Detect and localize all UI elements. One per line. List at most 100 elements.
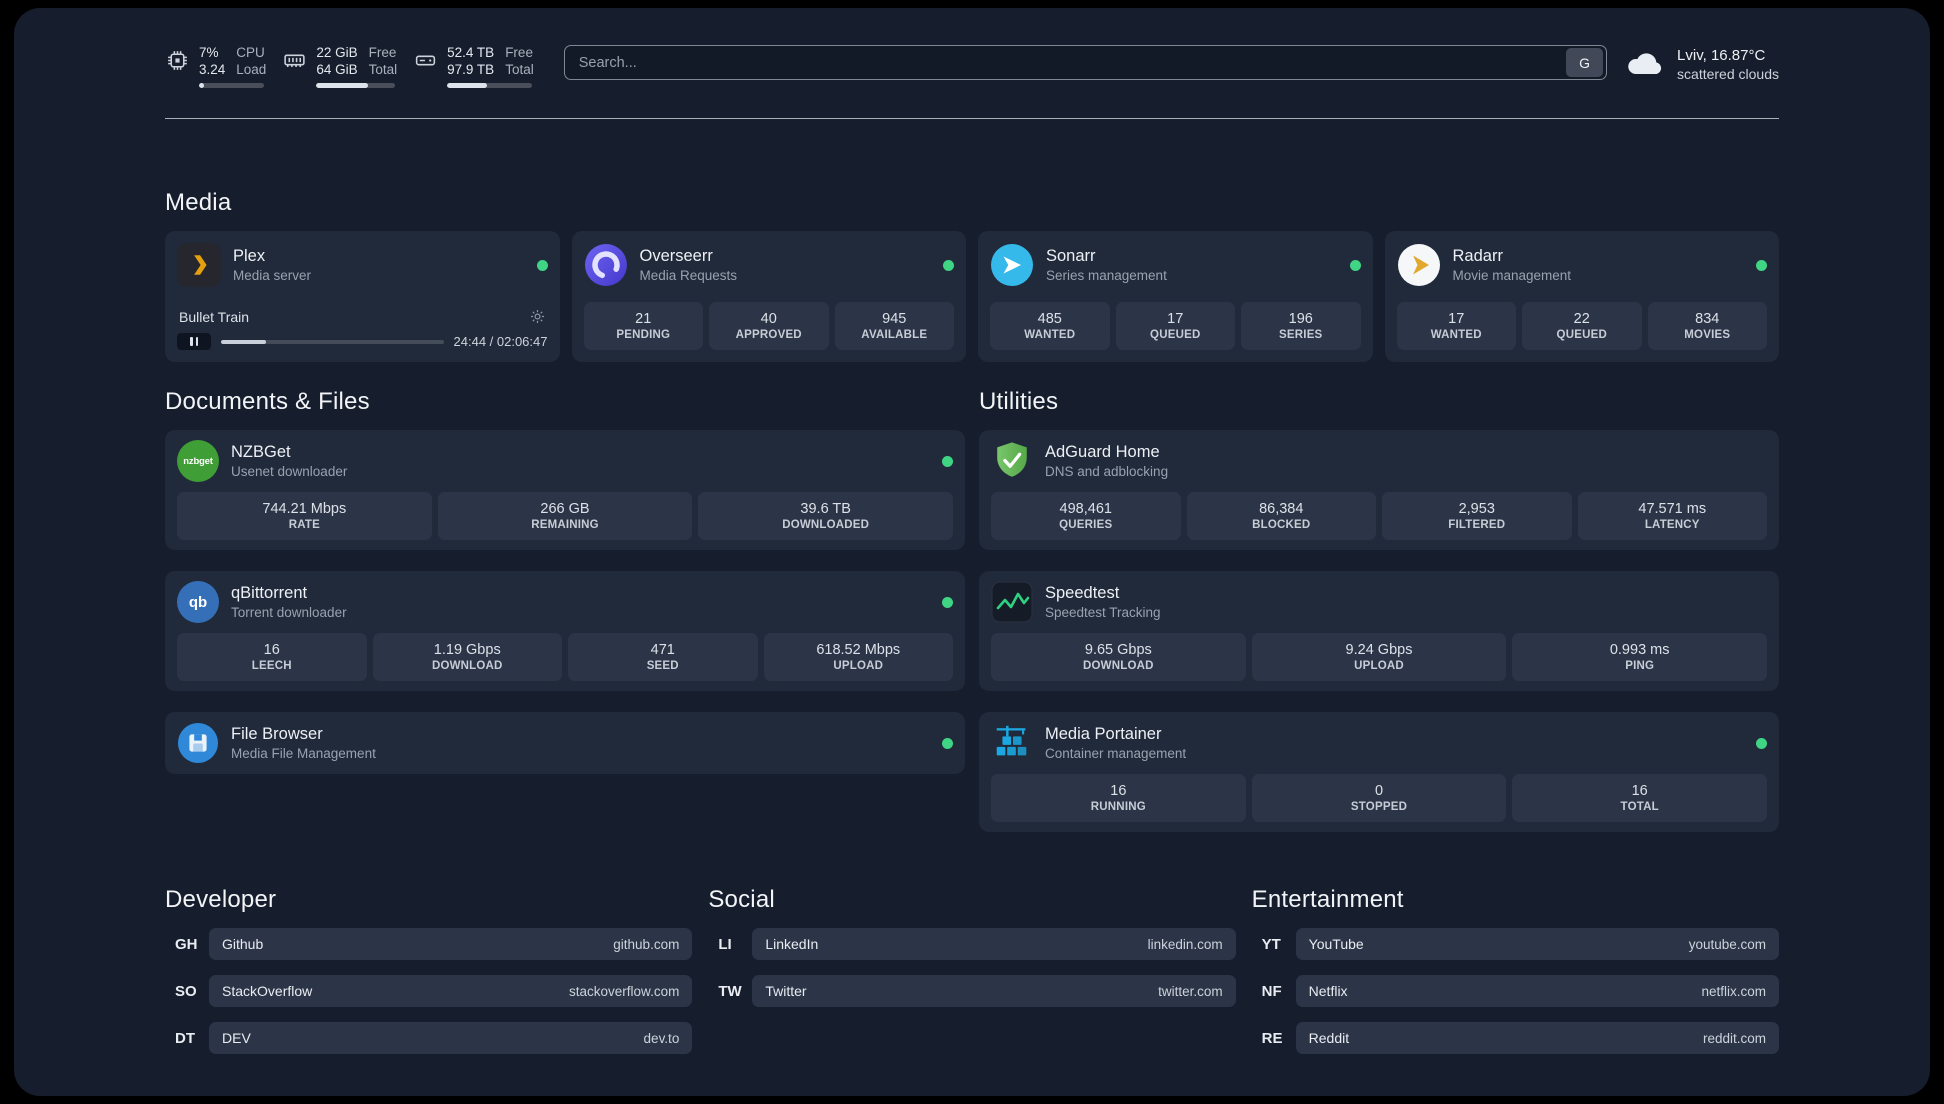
stat-label: QUEUED bbox=[1150, 329, 1201, 341]
stat-label: BLOCKED bbox=[1252, 519, 1311, 531]
cloud-icon bbox=[1628, 53, 1662, 75]
service-card-plex[interactable]: Plex Media server Bullet Train 24:44 / 0… bbox=[165, 231, 560, 362]
portainer-icon bbox=[991, 722, 1033, 764]
sonarr-icon bbox=[990, 243, 1034, 287]
bookmark-link-github[interactable]: Github github.com bbox=[209, 928, 693, 960]
cpu-icon bbox=[168, 51, 187, 70]
stat-label: DOWNLOADED bbox=[782, 519, 870, 531]
stat-value: 17 bbox=[1167, 311, 1184, 327]
bookmark-link-linkedin[interactable]: LinkedIn linkedin.com bbox=[752, 928, 1236, 960]
stat-value: 834 bbox=[1695, 311, 1720, 327]
service-card-filebrowser[interactable]: File Browser Media File Management bbox=[165, 712, 965, 774]
bookmark-link-dev[interactable]: DEV dev.to bbox=[209, 1022, 693, 1054]
bookmark-row: SO StackOverflow stackoverflow.com bbox=[165, 975, 693, 1007]
bookmark-abbr: SO bbox=[175, 982, 197, 1000]
bookmark-link-netflix[interactable]: Netflix netflix.com bbox=[1295, 975, 1779, 1007]
pause-button[interactable] bbox=[177, 333, 211, 350]
stat-tile: 47.571 ms LATENCY bbox=[1577, 492, 1767, 540]
utilities-section: Utilities AdGuard Home DNS and adblockin… bbox=[979, 388, 1779, 832]
gear-icon[interactable] bbox=[529, 308, 546, 325]
section-title-media: Media bbox=[165, 189, 232, 216]
plex-now-playing: Bullet Train 24:44 / 02:06:47 bbox=[177, 308, 548, 350]
stat-value: 16 bbox=[263, 642, 280, 658]
memory-total-value: 64 GiB bbox=[316, 62, 358, 77]
media-section: Media Plex Media server Bullet Train 24:… bbox=[165, 189, 1779, 362]
bookmark-url: github.com bbox=[613, 936, 680, 952]
status-dot bbox=[942, 455, 953, 467]
stat-value: 0.993 ms bbox=[1609, 642, 1670, 658]
memory-usage-bar bbox=[316, 83, 396, 88]
bookmark-link-reddit[interactable]: Reddit reddit.com bbox=[1295, 1022, 1779, 1054]
stat-tile: 9.65 Gbps DOWNLOAD bbox=[991, 633, 1246, 681]
stat-label: LEECH bbox=[251, 660, 292, 672]
stat-label: DOWNLOAD bbox=[1083, 660, 1154, 672]
bookmark-link-youtube[interactable]: YouTube youtube.com bbox=[1295, 928, 1779, 960]
stat-tile: 471 SEED bbox=[568, 633, 758, 681]
stat-tile: 0 STOPPED bbox=[1251, 774, 1507, 822]
status-dot bbox=[942, 596, 953, 608]
memory-free-label: Free bbox=[368, 45, 397, 60]
stat-tile: 17 QUEUED bbox=[1115, 302, 1235, 350]
stat-label: REMAINING bbox=[531, 519, 599, 531]
search-input[interactable] bbox=[564, 54, 1567, 71]
stat-tile: 485 WANTED bbox=[990, 302, 1110, 350]
stat-tile: 22 QUEUED bbox=[1522, 302, 1642, 350]
service-card-portainer[interactable]: Media Portainer Container management 16 … bbox=[979, 712, 1779, 832]
service-card-nzbget[interactable]: nzbget NZBGet Usenet downloader 744.21 M… bbox=[165, 430, 965, 550]
service-card-adguard[interactable]: AdGuard Home DNS and adblocking 498,461 … bbox=[979, 430, 1779, 550]
stat-label: QUERIES bbox=[1059, 519, 1113, 531]
bookmark-link-stackoverflow[interactable]: StackOverflow stackoverflow.com bbox=[209, 975, 693, 1007]
stat-label: MOVIES bbox=[1684, 329, 1731, 341]
stat-value: 266 GB bbox=[540, 501, 590, 517]
status-dot bbox=[1349, 259, 1361, 271]
stat-value: 196 bbox=[1288, 311, 1313, 327]
bookmark-row: LI LinkedIn linkedin.com bbox=[708, 928, 1236, 960]
stat-tile: 266 GB REMAINING bbox=[437, 492, 693, 540]
stat-value: 16 bbox=[1631, 783, 1648, 799]
stat-label: FILTERED bbox=[1448, 519, 1506, 531]
section-title-documents: Documents & Files bbox=[165, 388, 370, 415]
stat-tile: 498,461 QUERIES bbox=[991, 492, 1181, 540]
stat-value: 9.65 Gbps bbox=[1084, 642, 1152, 658]
service-subtitle: Movie management bbox=[1452, 268, 1572, 283]
stat-value: 1.19 Gbps bbox=[433, 642, 501, 658]
service-card-overseerr[interactable]: Overseerr Media Requests 21 PENDING 40 A… bbox=[571, 231, 966, 362]
stat-label: APPROVED bbox=[735, 329, 802, 341]
bookmark-row: GH Github github.com bbox=[165, 928, 693, 960]
stat-value: 39.6 TB bbox=[800, 501, 851, 517]
service-card-radarr[interactable]: Radarr Movie management 17 WANTED 22 QUE… bbox=[1384, 231, 1779, 362]
service-subtitle: Media File Management bbox=[231, 746, 376, 761]
section-title-utilities: Utilities bbox=[979, 388, 1059, 415]
stat-value: 471 bbox=[650, 642, 675, 658]
bookmark-name: YouTube bbox=[1308, 936, 1364, 952]
nzbget-icon: nzbget bbox=[177, 440, 219, 482]
stat-value: 2,953 bbox=[1458, 501, 1495, 517]
stat-label: RUNNING bbox=[1090, 801, 1146, 813]
bookmark-abbr: TW bbox=[718, 982, 742, 1000]
stat-tile: 9.24 Gbps UPLOAD bbox=[1251, 633, 1507, 681]
bookmark-abbr: GH bbox=[175, 935, 198, 953]
seek-bar[interactable] bbox=[221, 339, 444, 344]
plex-icon bbox=[177, 243, 221, 287]
service-name: File Browser bbox=[231, 725, 323, 743]
stat-value: 86,384 bbox=[1259, 501, 1304, 517]
service-card-sonarr[interactable]: Sonarr Series management 485 WANTED 17 Q… bbox=[978, 231, 1373, 362]
status-dot bbox=[943, 259, 954, 271]
stat-label: LATENCY bbox=[1644, 519, 1700, 531]
weather-location: Lviv, 16.87°C bbox=[1677, 46, 1766, 64]
track-title: Bullet Train bbox=[179, 308, 250, 325]
memory-widget: 22 GiB 64 GiB Free Total bbox=[282, 44, 397, 88]
bookmark-group-developer: Developer GH Github github.com SO StackO… bbox=[165, 886, 693, 1069]
section-title-social: Social bbox=[708, 886, 775, 913]
stat-value: 47.571 ms bbox=[1638, 501, 1707, 517]
service-card-qbittorrent[interactable]: qb qBittorrent Torrent downloader 16 LEE… bbox=[165, 571, 965, 691]
service-subtitle: Media Requests bbox=[639, 268, 738, 283]
stat-value: 40 bbox=[760, 311, 777, 327]
bookmark-name: Reddit bbox=[1308, 1030, 1350, 1046]
bookmark-url: linkedin.com bbox=[1147, 936, 1223, 952]
stat-label: DOWNLOAD bbox=[431, 660, 503, 672]
search-provider-button[interactable]: G bbox=[1566, 48, 1604, 77]
bookmark-link-twitter[interactable]: Twitter twitter.com bbox=[752, 975, 1236, 1007]
header-divider bbox=[165, 118, 1779, 119]
service-card-speedtest[interactable]: Speedtest Speedtest Tracking 9.65 Gbps D… bbox=[979, 571, 1779, 691]
